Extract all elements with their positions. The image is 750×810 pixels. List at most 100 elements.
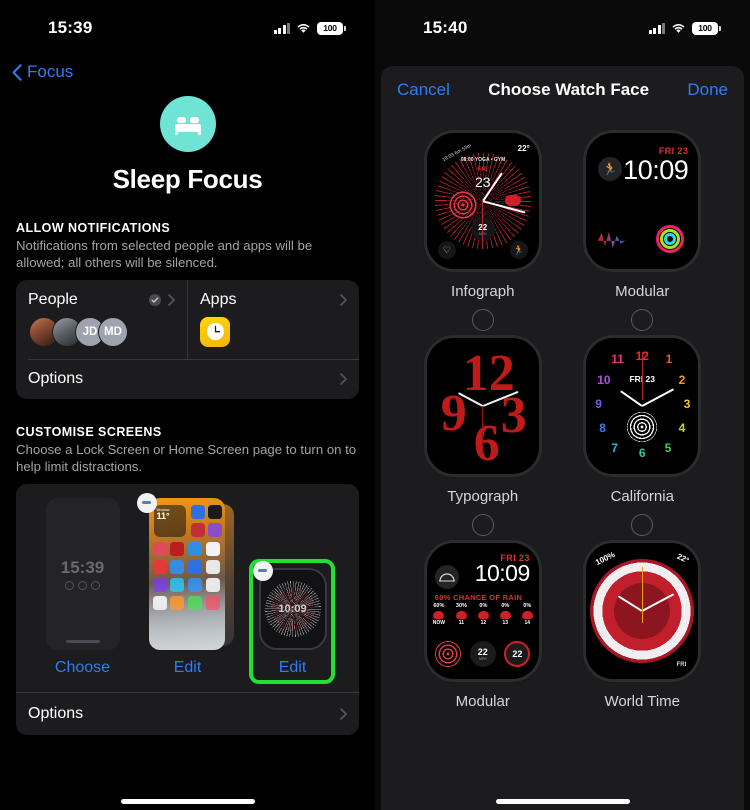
forecast-hour: 12 [480, 620, 487, 626]
back-button-focus[interactable]: Focus [0, 56, 375, 82]
watch-face-label: Modular [615, 283, 670, 300]
cancel-button[interactable]: Cancel [397, 80, 450, 100]
back-button-label: Focus [27, 62, 74, 81]
watch-face-art-california[interactable]: 12 1 2 3 4 5 6 7 8 9 10 11 FRI 2 [583, 335, 702, 477]
forecast-hour: 13 [502, 620, 509, 626]
lock-screen-preview[interactable]: 15:39 [45, 497, 120, 650]
world-time-temp: 22° [675, 551, 691, 566]
watch-face-art-modular-compact[interactable]: FRI 23 10:09 60% CHANCE OF RAIN 60% NOW 3… [423, 540, 542, 682]
apps-cell[interactable]: Apps [188, 280, 359, 359]
california-spiral-complication [627, 412, 658, 442]
infograph-workout-complication: 🏃 [509, 241, 528, 259]
infograph-weather-icon [504, 195, 521, 206]
watch-face-preview[interactable]: 10:09 [258, 567, 327, 650]
rain-cloud-icon [433, 610, 445, 619]
wind-unit: MPH [478, 657, 487, 661]
choose-lock-screen-link[interactable]: Choose [34, 659, 132, 677]
watch-face-label: Modular [455, 693, 510, 710]
allow-notifications-header: ALLOW NOTIFICATIONS [16, 221, 171, 235]
forecast-pct: 60% [433, 603, 445, 609]
modular-compact-time: 10:09 [474, 560, 531, 586]
watch-face-option-typograph[interactable]: 12 9 3 6 Typograph [403, 335, 563, 536]
battery-level: 100 [323, 23, 337, 33]
forecast-hour: 14 [524, 620, 531, 626]
california-numeral-6: 6 [638, 446, 646, 460]
watch-preview-time: 10:09 [278, 602, 307, 615]
watch-face-radio[interactable] [631, 514, 654, 536]
california-second-hand [641, 352, 643, 400]
watch-face-option-modular-compact[interactable]: FRI 23 10:09 60% CHANCE OF RAIN 60% NOW 3… [403, 540, 563, 710]
sheet-title: Choose Watch Face [488, 80, 650, 99]
lock-preview-time: 15:39 [60, 557, 105, 577]
home-indicator[interactable] [120, 799, 255, 804]
rain-cloud-icon [455, 610, 467, 619]
edit-watch-face-link[interactable]: Edit [244, 659, 342, 677]
status-time: 15:40 [423, 18, 468, 37]
minus-icon [142, 501, 151, 504]
options-row-screens[interactable]: Options [16, 691, 359, 735]
people-label: People [28, 290, 78, 308]
customise-screens-card: 15:39 Wroclaw 11° [16, 483, 359, 735]
options-label: Options [28, 370, 84, 388]
customise-screens-subtitle: Choose a Lock Screen or Home Screen page… [16, 442, 357, 474]
activity-rings-complication [435, 641, 462, 667]
forecast-cell: 0% 14 [521, 603, 533, 626]
california-minute-hand [641, 388, 675, 407]
wifi-icon [671, 23, 686, 34]
chevron-right-icon [340, 707, 347, 720]
left-phone-screen: 15:39 100 Focus Sleep Focus ALLOW NOTIFI… [0, 0, 375, 810]
world-time-date: FRI [676, 662, 687, 668]
watch-face-art-world-time[interactable]: 100% 22° FRI [583, 540, 702, 682]
california-numeral-8: 8 [599, 421, 606, 435]
infograph-day: 23 [474, 174, 491, 190]
remove-watch-face-button[interactable] [252, 560, 273, 581]
remove-home-screen-button[interactable] [136, 492, 157, 513]
watch-face-option-california[interactable]: 12 1 2 3 4 5 6 7 8 9 10 11 FRI 2 [563, 335, 723, 536]
forecast-pct: 0% [501, 603, 510, 609]
california-numeral-7: 7 [611, 441, 618, 455]
uv-value: 22 [512, 649, 523, 659]
rain-cloud-icon [499, 610, 511, 619]
allow-notifications-subtitle: Notifications from selected people and a… [16, 238, 313, 270]
watch-face-label: World Time [604, 693, 681, 710]
chevron-right-icon [340, 293, 347, 306]
lock-screen-preview-column[interactable]: 15:39 [34, 497, 132, 650]
edit-home-screen-link[interactable]: Edit [139, 659, 237, 677]
focus-hero: Sleep Focus [0, 96, 375, 195]
options-label: Options [28, 704, 84, 722]
watch-face-radio[interactable] [471, 309, 494, 331]
home-screen-preview[interactable]: Wroclaw 11° [148, 497, 234, 650]
forecast-cell: 0% 13 [499, 603, 511, 626]
typograph-second-hand [482, 406, 484, 454]
watch-face-preview-column[interactable]: 10:09 [244, 558, 342, 684]
cellular-bars-icon [648, 22, 665, 34]
california-numeral-4: 4 [678, 421, 686, 435]
watch-face-radio[interactable] [471, 514, 494, 536]
apps-label: Apps [200, 290, 237, 308]
watch-face-option-infograph[interactable]: 19:03 6m 53m 08:00 YOGA • GYM 22° FRI 23… [403, 130, 563, 331]
options-row-notifications[interactable]: Options [16, 359, 359, 399]
done-button[interactable]: Done [687, 80, 728, 100]
infograph-schedule: 08:00 YOGA • GYM [460, 157, 506, 163]
watch-face-art-infograph[interactable]: 19:03 6m 53m 08:00 YOGA • GYM 22° FRI 23… [423, 130, 542, 272]
home-indicator[interactable] [495, 799, 630, 804]
watch-face-art-typograph[interactable]: 12 9 3 6 [423, 335, 542, 477]
watch-face-radio[interactable] [631, 309, 654, 331]
infograph-activity-complication [447, 190, 478, 220]
right-phone-screen: 15:40 100 Cancel Choose Watch Face Done [375, 0, 750, 810]
watch-face-art-modular[interactable]: FRI 23 10:09 🏃 [583, 130, 702, 272]
modular-compact-rain-title: 60% CHANCE OF RAIN [434, 593, 523, 602]
watch-face-option-modular[interactable]: FRI 23 10:09 🏃 Modular [563, 130, 723, 331]
cellular-bars-icon [273, 22, 290, 34]
typograph-numeral-6: 6 [473, 415, 500, 472]
status-bar-left: 15:39 100 [0, 0, 375, 56]
infograph-heart-complication: ♡ [437, 241, 456, 259]
watch-face-label: Infograph [451, 283, 515, 300]
battery-level: 100 [698, 23, 712, 33]
modular-compact-sunrise-complication [434, 565, 459, 589]
home-screen-preview-column[interactable]: Wroclaw 11° [136, 492, 237, 650]
world-time-second-hand [641, 567, 643, 623]
modular-compact-forecast: 60% NOW 30% 11 0% 12 0% 13 0% 14 [427, 603, 539, 626]
people-cell[interactable]: People JD MD [16, 279, 188, 359]
watch-face-option-world-time[interactable]: 100% 22° FRI World Time [563, 540, 723, 710]
